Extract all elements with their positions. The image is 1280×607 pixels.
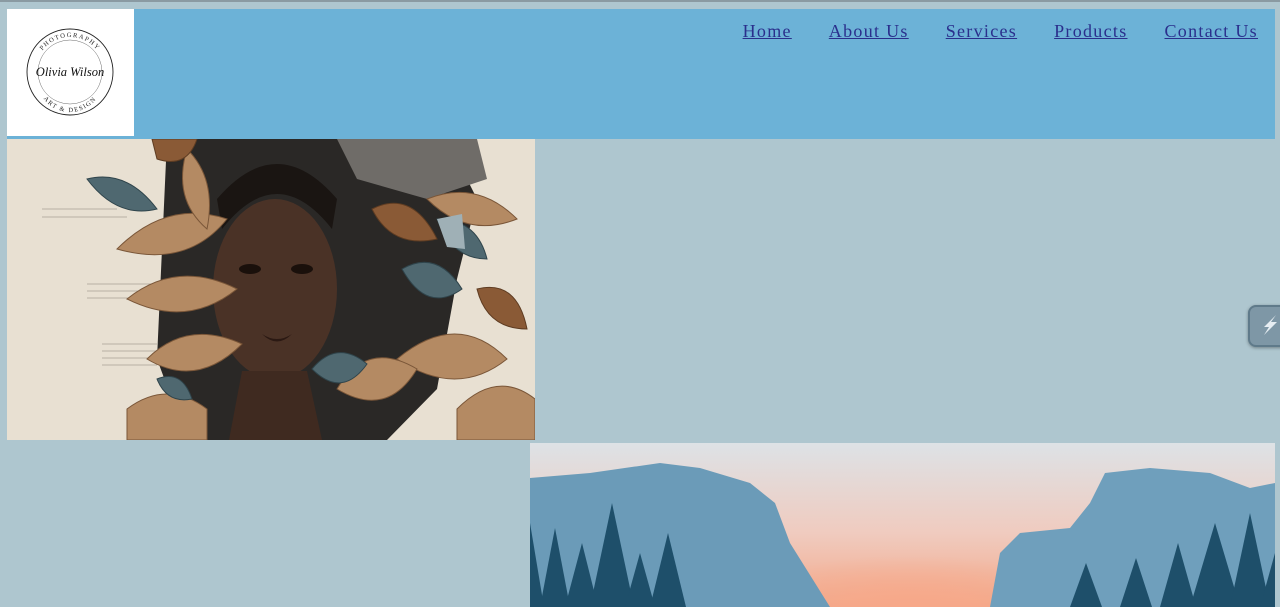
logo-bottom-text: ART & DESIGN [42,95,97,114]
logo-seal-icon: PHOTOGRAPHY Olivia Wilson ART & DESIGN [26,28,114,116]
nav-about-us[interactable]: About Us [829,21,909,42]
nav-contact-us[interactable]: Contact Us [1165,21,1259,42]
main-nav: Home About Us Services Products Contact … [743,21,1258,42]
collage-portrait-image [7,139,535,440]
lightning-icon [1264,315,1277,335]
nav-home[interactable]: Home [743,21,792,42]
site-header: PHOTOGRAPHY Olivia Wilson ART & DESIGN H… [7,9,1275,139]
side-widget-button[interactable] [1248,305,1280,347]
nav-services[interactable]: Services [946,21,1017,42]
mountain-valley-image [530,443,1275,607]
logo-name: Olivia Wilson [36,65,104,79]
logo[interactable]: PHOTOGRAPHY Olivia Wilson ART & DESIGN [7,9,134,136]
nav-products[interactable]: Products [1054,21,1127,42]
svg-text:ART & DESIGN: ART & DESIGN [42,95,98,114]
page: PHOTOGRAPHY Olivia Wilson ART & DESIGN H… [0,0,1280,607]
top-border [0,0,1280,2]
